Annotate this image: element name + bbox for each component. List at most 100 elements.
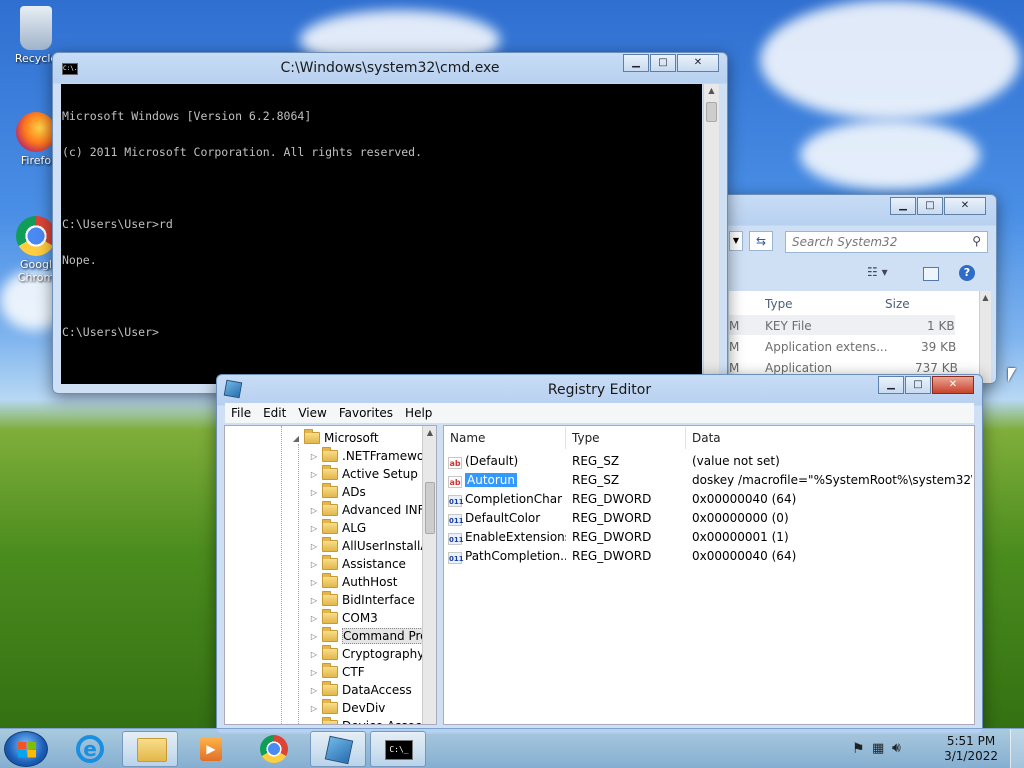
regedit-titlebar[interactable]: Registry Editor ▁ □ ✕ — [217, 375, 982, 405]
minimize-button[interactable]: ▁ — [878, 376, 904, 394]
expand-icon[interactable]: ▷ — [309, 524, 319, 533]
scroll-up-icon[interactable]: ▲ — [423, 426, 436, 440]
tree-node-microsoft[interactable]: ◢ Microsoft — [291, 429, 379, 447]
action-center-flag-icon[interactable]: ⚑ — [852, 741, 865, 757]
tree-node[interactable]: ▷ DataAccess — [309, 681, 412, 699]
file-row-name[interactable]: M — [729, 340, 739, 354]
value-row[interactable]: 011CompletionChar REG_DWORD 0x00000040 (64… — [444, 490, 974, 509]
expand-icon[interactable]: ▷ — [309, 650, 319, 659]
column-header-type[interactable]: Type — [765, 297, 793, 311]
expand-icon[interactable]: ▷ — [309, 614, 319, 623]
menu-favorites[interactable]: Favorites — [333, 406, 399, 420]
values-list[interactable]: Name Type Data ab (Default) REG_SZ (value n… — [443, 425, 975, 725]
value-row[interactable]: ab Autorun REG_SZ doskey /macrofile="%Syste… — [444, 471, 974, 490]
tree-node[interactable]: ▷ CTF — [309, 663, 365, 681]
search-input[interactable]: Search System32 ⚲ — [785, 231, 988, 253]
expand-icon[interactable]: ▷ — [309, 452, 319, 461]
column-header-name[interactable]: Name — [444, 427, 566, 449]
expand-icon[interactable]: ▷ — [309, 722, 319, 725]
start-button[interactable] — [4, 731, 48, 767]
refresh-icon[interactable]: ⇆ — [749, 231, 773, 251]
taskbar-chrome-button[interactable] — [246, 731, 302, 767]
expand-icon[interactable]: ▷ — [309, 560, 319, 569]
tree-node[interactable]: ▷ AllUserInstallA — [309, 537, 429, 555]
file-row-name[interactable]: M — [729, 319, 739, 333]
tree-node[interactable]: ▷ Active Setup — [309, 465, 418, 483]
expand-icon[interactable]: ▷ — [309, 632, 319, 641]
expand-icon[interactable]: ▷ — [309, 506, 319, 515]
menu-help[interactable]: Help — [399, 406, 438, 420]
cmd-window[interactable]: C:\. C:\Windows\system32\cmd.exe ▁ □ ✕ M… — [52, 52, 728, 394]
menu-edit[interactable]: Edit — [257, 406, 292, 420]
registry-editor-window[interactable]: Registry Editor ▁ □ ✕ File Edit View Fav… — [216, 374, 983, 734]
file-row-name[interactable]: M — [729, 361, 739, 375]
show-desktop-button[interactable] — [1010, 729, 1024, 768]
cmd-titlebar[interactable]: C:\. C:\Windows\system32\cmd.exe ▁ □ ✕ — [53, 53, 727, 83]
view-options-icon[interactable]: ☷ ▾ — [867, 265, 888, 279]
taskbar-cmd-button[interactable]: C:\_ — [370, 731, 426, 767]
folder-icon — [322, 681, 338, 696]
expand-icon[interactable]: ▷ — [309, 704, 319, 713]
console-scrollbar[interactable]: ▲ — [703, 84, 719, 384]
expand-icon[interactable]: ▷ — [309, 488, 319, 497]
tree-node[interactable]: ▷ Device Associa — [309, 717, 432, 725]
taskbar-media-player-button[interactable]: ▶ — [182, 731, 238, 767]
menu-file[interactable]: File — [225, 406, 257, 420]
taskbar-ie-button[interactable]: e — [62, 731, 118, 767]
maximize-button[interactable]: □ — [650, 54, 676, 72]
maximize-button[interactable]: □ — [917, 197, 943, 215]
console-output[interactable]: Microsoft Windows [Version 6.2.8064] (c)… — [61, 84, 702, 384]
tree-node[interactable]: ▷ DevDiv — [309, 699, 385, 717]
preview-pane-icon[interactable] — [923, 267, 939, 281]
close-button[interactable]: ✕ — [932, 376, 974, 394]
expand-icon[interactable]: ▷ — [309, 470, 319, 479]
value-row[interactable]: 011DefaultColor REG_DWORD 0x00000000 (0) — [444, 509, 974, 528]
tree-node[interactable]: ▷ Cryptography — [309, 645, 424, 663]
scroll-up-icon[interactable]: ▲ — [704, 84, 719, 98]
value-name: CompletionChar — [465, 492, 563, 506]
tree-node[interactable]: ▷ BidInterface — [309, 591, 415, 609]
expand-icon[interactable]: ▷ — [309, 686, 319, 695]
clock[interactable]: 5:51 PM 3/1/2022 — [944, 734, 998, 764]
tree-node[interactable]: ▷ Advanced INF — [309, 501, 425, 519]
expand-icon[interactable]: ▷ — [309, 596, 319, 605]
tree-node[interactable]: ▷ COM3 — [309, 609, 378, 627]
value-row[interactable]: 011EnableExtensions REG_DWORD 0x00000001 (… — [444, 528, 974, 547]
close-button[interactable]: ✕ — [944, 197, 986, 215]
scroll-up-icon[interactable]: ▲ — [980, 291, 991, 305]
network-icon[interactable]: ▦ — [872, 741, 884, 756]
taskbar-explorer-button[interactable] — [122, 731, 178, 767]
tree-node[interactable]: ▷ Command Pro — [309, 627, 429, 645]
folder-icon — [322, 699, 338, 714]
taskbar-regedit-button[interactable] — [310, 731, 366, 767]
help-icon[interactable]: ? — [959, 265, 975, 281]
scroll-thumb[interactable] — [425, 482, 435, 534]
menu-view[interactable]: View — [292, 406, 332, 420]
tree-node[interactable]: ▷ Assistance — [309, 555, 406, 573]
tree-node[interactable]: ▷ .NETFramewor — [309, 447, 429, 465]
minimize-button[interactable]: ▁ — [890, 197, 916, 215]
expand-icon[interactable]: ▷ — [309, 542, 319, 551]
close-button[interactable]: ✕ — [677, 54, 719, 72]
value-row[interactable]: ab (Default) REG_SZ (value not set) — [444, 452, 974, 471]
dword-value-icon: 011 — [448, 514, 464, 526]
collapse-icon[interactable]: ◢ — [291, 434, 301, 443]
expand-icon[interactable]: ▷ — [309, 668, 319, 677]
address-dropdown-icon[interactable]: ▼ — [729, 231, 743, 251]
explorer-window[interactable]: ▁ □ ✕ ▼ ⇆ Search System32 ⚲ ☷ ▾ ? Type S… — [720, 194, 997, 384]
tree-node[interactable]: ▷ ADs — [309, 483, 366, 501]
minimize-button[interactable]: ▁ — [623, 54, 649, 72]
tree-node[interactable]: ▷ ALG — [309, 519, 366, 537]
column-header-size[interactable]: Size — [885, 297, 910, 311]
value-row[interactable]: 011PathCompletion... REG_DWORD 0x00000040 … — [444, 547, 974, 566]
volume-icon[interactable]: 🔊︎ — [892, 740, 901, 756]
tree-node[interactable]: ▷ AuthHost — [309, 573, 397, 591]
tree-scrollbar[interactable]: ▲ — [422, 426, 436, 724]
expand-icon[interactable]: ▷ — [309, 578, 319, 587]
column-header-data[interactable]: Data — [686, 427, 974, 449]
file-list-scrollbar[interactable]: ▲ — [979, 291, 991, 383]
maximize-button[interactable]: □ — [905, 376, 931, 394]
column-header-type[interactable]: Type — [566, 427, 686, 449]
scroll-thumb[interactable] — [706, 102, 717, 122]
key-tree[interactable]: ◢ Microsoft ▷ .NETFramewor ▷ Active Setup ▷ A… — [224, 425, 437, 725]
